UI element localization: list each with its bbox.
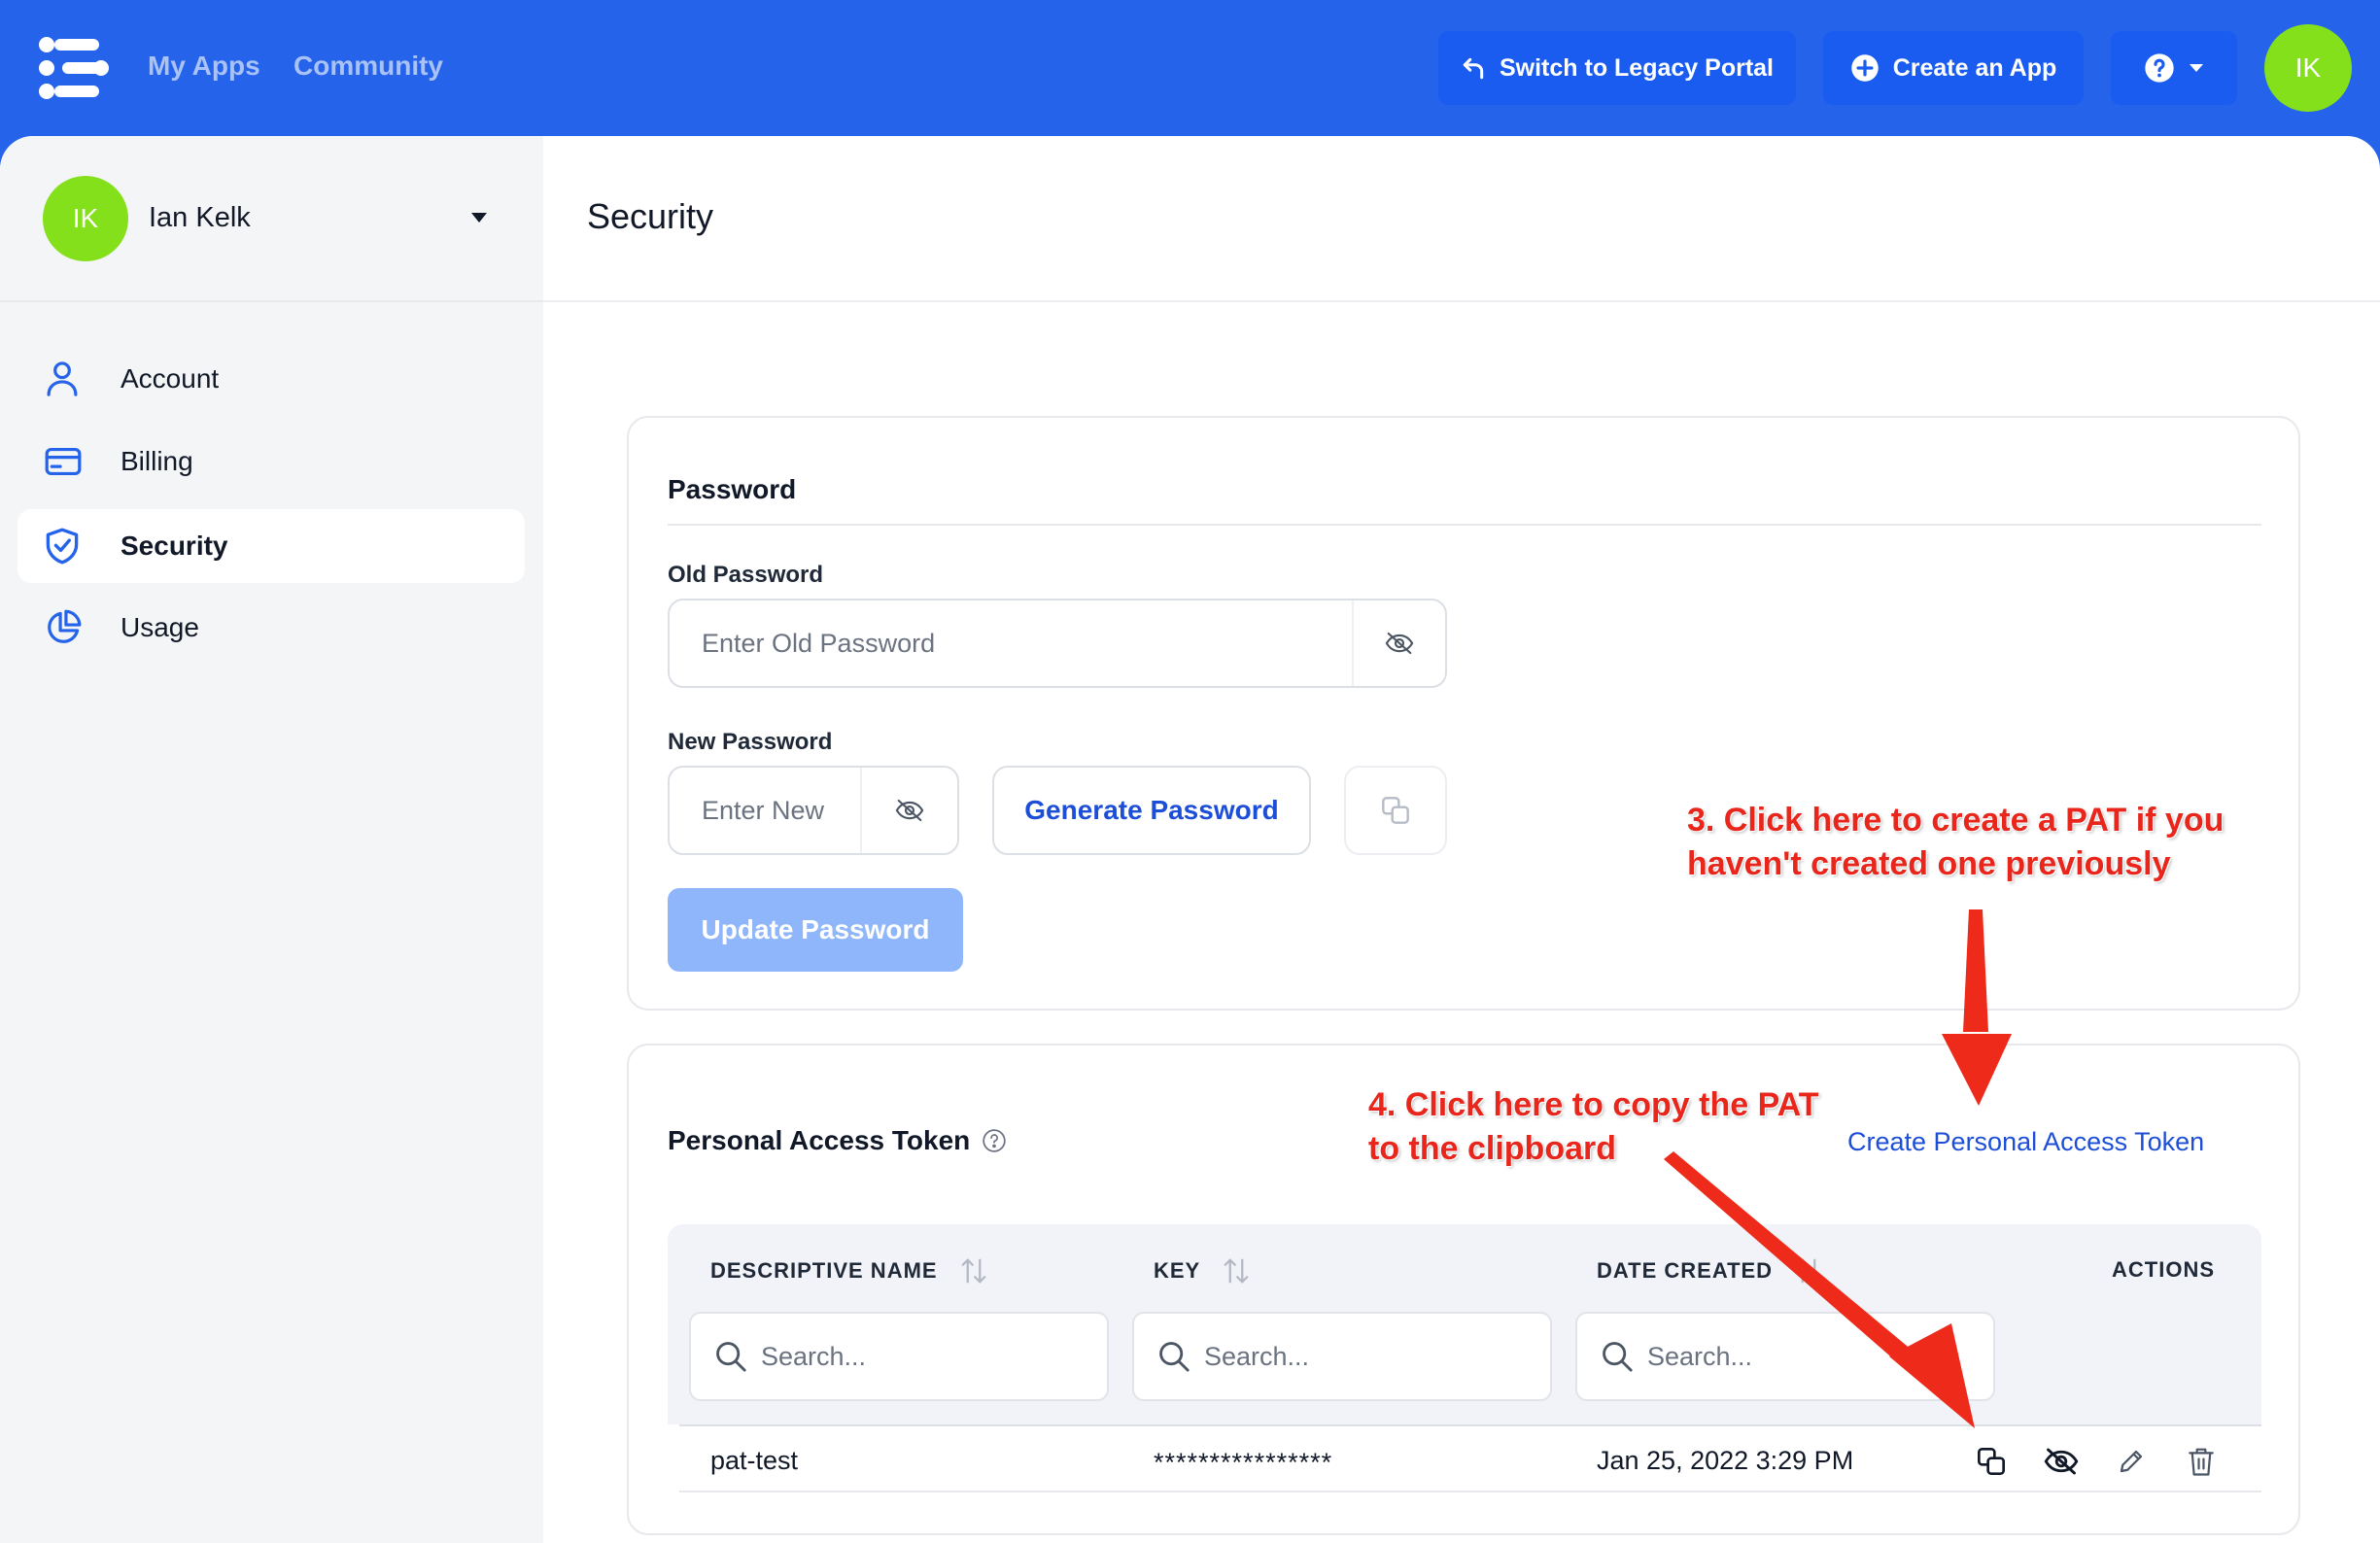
search-placeholder: Search...	[1204, 1341, 1310, 1371]
sort-icon[interactable]	[959, 1257, 988, 1285]
toggle-token-visibility-button[interactable]	[2042, 1442, 2081, 1481]
plus-circle-icon	[1850, 54, 1879, 82]
sort-icon[interactable]	[1222, 1257, 1251, 1285]
annotation-step-4: 4. Click here to copy the PAT to the cli…	[1368, 1086, 1819, 1167]
new-password-label: New Password	[668, 729, 833, 755]
nav-community-link[interactable]: Community	[293, 51, 443, 82]
sidebar-item-security[interactable]: Security	[17, 509, 525, 583]
sidebar-item-label: Account	[121, 363, 220, 394]
search-input-key[interactable]: Search...	[1132, 1312, 1552, 1401]
help-menu-button[interactable]	[2111, 31, 2237, 105]
generate-password-button[interactable]: Generate Password	[992, 766, 1311, 855]
old-password-placeholder: Enter Old Password	[702, 628, 936, 658]
sidebar-item-label: Billing	[121, 446, 193, 476]
settings-sidebar: IK Ian Kelk Account Billing Security Usa…	[0, 136, 543, 1543]
search-icon	[1603, 1342, 1633, 1372]
create-app-label: Create an App	[1892, 53, 2057, 82]
column-header-descriptive-name[interactable]: DESCRIPTIVE NAME	[710, 1257, 988, 1285]
shield-check-icon	[45, 528, 103, 565]
token-key-masked: ****************	[1154, 1448, 1333, 1477]
pat-section-title: Personal Access Token	[668, 1125, 1007, 1156]
toggle-visibility-button[interactable]	[860, 768, 957, 853]
column-header-key[interactable]: KEY	[1154, 1257, 1251, 1285]
credit-card-icon	[45, 447, 103, 476]
sidebar-item-usage[interactable]: Usage	[17, 591, 525, 665]
column-header-label: DATE CREATED	[1597, 1258, 1774, 1283]
eye-off-icon	[895, 799, 924, 822]
eye-off-icon	[1385, 632, 1414, 655]
search-input-date-created[interactable]: Search...	[1575, 1312, 1995, 1401]
clarifai-logo-icon[interactable]	[37, 35, 111, 101]
update-password-button[interactable]: Update Password	[668, 888, 963, 972]
create-personal-access-token-link[interactable]: Create Personal Access Token	[1847, 1127, 2204, 1157]
new-password-placeholder: Enter New	[702, 795, 825, 825]
delete-token-button[interactable]	[2182, 1442, 2221, 1481]
caret-down-icon[interactable]	[470, 212, 488, 223]
legacy-button-label: Switch to Legacy Portal	[1499, 53, 1774, 82]
question-circle-icon	[2145, 53, 2174, 83]
page-header: Security	[543, 136, 2380, 302]
search-input-descriptive-name[interactable]: Search...	[689, 1312, 1109, 1401]
top-navigation-bar: My Apps Community Switch to Legacy Porta…	[0, 0, 2380, 136]
sidebar-avatar: IK	[43, 176, 128, 261]
sidebar-item-account[interactable]: Account	[17, 342, 525, 416]
user-avatar[interactable]: IK	[2264, 24, 2352, 112]
toggle-visibility-button[interactable]	[1352, 600, 1445, 686]
chevron-down-icon	[2190, 64, 2203, 72]
user-name: Ian Kelk	[149, 202, 251, 233]
token-name: pat-test	[710, 1446, 799, 1475]
sidebar-item-billing[interactable]: Billing	[17, 425, 525, 498]
search-icon	[1159, 1342, 1190, 1372]
pat-table-header: DESCRIPTIVE NAME KEY DATE CREATED ACTION…	[668, 1224, 2261, 1424]
copy-icon	[1382, 797, 1409, 824]
pie-chart-icon	[45, 609, 103, 646]
pencil-icon	[2120, 1450, 2143, 1473]
copy-password-button[interactable]	[1344, 766, 1447, 855]
pat-title-text: Personal Access Token	[668, 1125, 971, 1155]
edit-token-button[interactable]	[2112, 1442, 2151, 1481]
return-arrow-icon	[1463, 57, 1484, 80]
eye-off-icon	[2044, 1448, 2079, 1475]
column-header-label: DESCRIPTIVE NAME	[710, 1258, 938, 1283]
search-icon	[716, 1342, 746, 1372]
copy-token-button[interactable]	[1972, 1442, 2011, 1481]
column-header-label: ACTIONS	[2112, 1257, 2215, 1282]
copy-icon	[1978, 1448, 2005, 1475]
token-date-created: Jan 25, 2022 3:29 PM	[1597, 1446, 1854, 1475]
sort-icon[interactable]	[1794, 1257, 1823, 1285]
annotation-step-3: 3. Click here to create a PAT if you hav…	[1687, 802, 2225, 882]
page-title: Security	[587, 196, 714, 236]
password-section-title: Password	[668, 474, 797, 504]
column-header-date-created[interactable]: DATE CREATED	[1597, 1257, 1823, 1285]
old-password-field[interactable]: Enter Old Password	[668, 599, 1447, 688]
search-placeholder: Search...	[1647, 1341, 1753, 1371]
help-circle-icon[interactable]	[982, 1128, 1007, 1153]
password-card: Password Old Password Enter Old Password…	[627, 416, 2300, 1011]
create-an-app-button[interactable]: Create an App	[1823, 31, 2084, 105]
divider	[668, 524, 2261, 526]
new-password-field[interactable]: Enter New	[668, 766, 959, 855]
old-password-label: Old Password	[668, 562, 824, 588]
sidebar-item-label: Security	[121, 531, 228, 561]
column-header-label: KEY	[1154, 1258, 1201, 1283]
switch-to-legacy-portal-button[interactable]: Switch to Legacy Portal	[1438, 31, 1796, 105]
sidebar-item-label: Usage	[121, 612, 199, 642]
table-row: pat-test **************** Jan 25, 2022 3…	[679, 1424, 2261, 1492]
user-icon	[45, 360, 103, 397]
trash-icon	[2189, 1448, 2214, 1476]
nav-my-apps-link[interactable]: My Apps	[148, 51, 260, 82]
column-header-actions: ACTIONS	[2112, 1257, 2215, 1283]
search-placeholder: Search...	[761, 1341, 867, 1371]
user-switcher[interactable]: IK Ian Kelk	[0, 136, 543, 302]
